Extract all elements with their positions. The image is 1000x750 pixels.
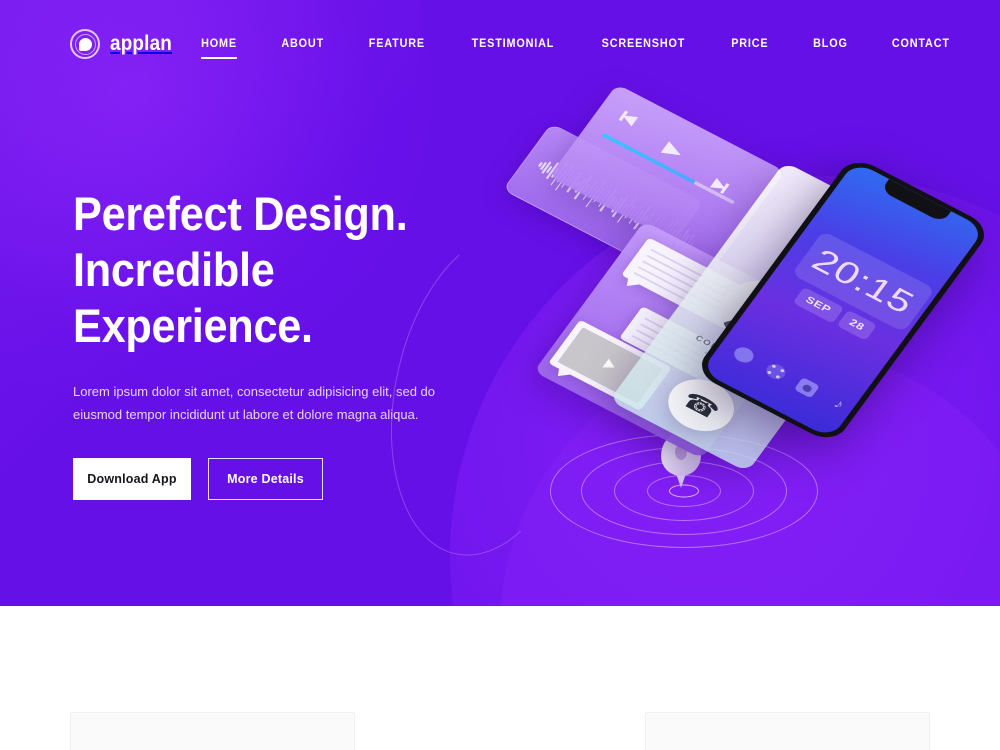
phone-notch <box>880 178 952 223</box>
download-app-button[interactable]: Download App <box>73 458 191 500</box>
nav-item-home[interactable]: HOME <box>201 30 237 59</box>
contacts-icon[interactable] <box>730 344 757 366</box>
hero-illustration: CONTACT NAME + 00 012 456890 20:15 SEP 2… <box>502 84 993 578</box>
skip-previous-icon[interactable] <box>618 110 638 126</box>
hero-section: applan HOME ABOUT FEATURE TESTIMONIAL SC… <box>0 0 1000 606</box>
music-note-icon[interactable]: ♪ <box>826 394 852 415</box>
hero-actions: Download App More Details <box>73 458 493 500</box>
nav-item-contact[interactable]: CONTACT <box>892 30 950 59</box>
feature-card[interactable] <box>70 712 355 750</box>
applan-logo-icon <box>70 29 100 59</box>
hero-subtitle: Lorem ipsum dolor sit amet, consectetur … <box>73 384 436 422</box>
nav-item-blog[interactable]: BLOG <box>813 30 848 59</box>
feature-card[interactable] <box>645 712 930 750</box>
feature-card-row <box>0 712 1000 750</box>
nav-item-price[interactable]: PRICE <box>731 30 768 59</box>
brand-name: applan <box>110 32 173 55</box>
main-navigation: HOME ABOUT FEATURE TESTIMONIAL SCREENSHO… <box>179 30 952 59</box>
hero-copy: Perefect Design. Incredible Experience. … <box>73 186 493 500</box>
nav-item-feature[interactable]: FEATURE <box>369 30 425 59</box>
site-header: applan HOME ABOUT FEATURE TESTIMONIAL SC… <box>0 0 1000 88</box>
nav-item-about[interactable]: ABOUT <box>281 30 324 59</box>
more-details-button[interactable]: More Details <box>208 458 323 500</box>
nav-item-testimonial[interactable]: TESTIMONIAL <box>472 30 555 59</box>
nav-item-screenshot[interactable]: SCREENSHOT <box>602 30 686 59</box>
page-title: Perefect Design. Incredible Experience. <box>73 186 459 354</box>
brand-logo[interactable]: applan <box>70 29 179 59</box>
hero-title-line-1: Perefect Design. <box>73 187 408 240</box>
features-section <box>0 606 1000 750</box>
play-icon[interactable] <box>661 141 686 161</box>
hero-title-line-2: Incredible Experience. <box>73 243 313 352</box>
camera-icon[interactable] <box>794 377 821 399</box>
apps-grid-icon[interactable] <box>762 360 789 382</box>
